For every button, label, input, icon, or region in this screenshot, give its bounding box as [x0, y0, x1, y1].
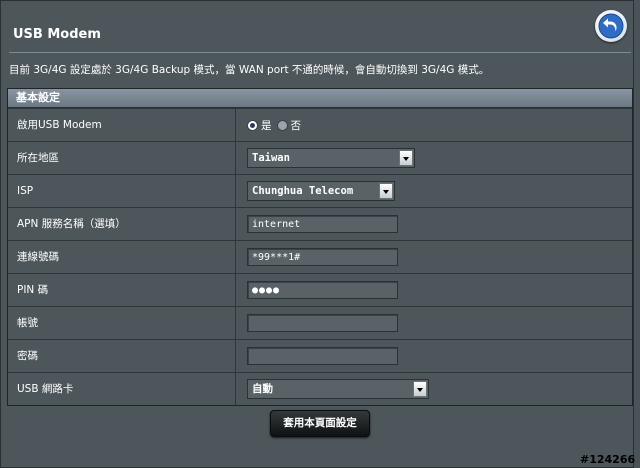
isp-label: ISP	[8, 175, 236, 207]
settings-panel: USB Modem 目前 3G/4G 設定處於 3G/4G Backup 模式，…	[0, 0, 634, 468]
dial-number-label: 連線號碼	[8, 241, 236, 273]
radio-yes-label: 是	[261, 120, 272, 132]
location-select[interactable]: Taiwan	[247, 148, 415, 168]
location-label: 所在地區	[8, 142, 236, 174]
usb-adapter-value: 自動	[252, 383, 273, 395]
section-header: 基本設定	[8, 89, 632, 108]
watermark: #124266	[580, 453, 636, 466]
isp-select[interactable]: Chunghua Telecom	[247, 181, 395, 201]
isp-value: Chunghua Telecom	[252, 185, 354, 197]
row-usb-adapter: USB 網路卡 自動	[8, 372, 632, 405]
row-password: 密碼	[8, 339, 632, 372]
row-dial-number: 連線號碼 *99***1#	[8, 240, 632, 273]
radio-yes[interactable]	[247, 120, 258, 131]
apply-settings-button[interactable]: 套用本頁面設定	[270, 410, 370, 437]
row-location: 所在地區 Taiwan	[8, 141, 632, 174]
username-input[interactable]	[247, 314, 398, 332]
row-enable-usb-modem: 啟用USB Modem 是 否	[8, 108, 632, 141]
username-label: 帳號	[8, 307, 236, 339]
radio-no-label: 否	[290, 120, 302, 132]
chevron-down-icon	[413, 381, 427, 397]
mode-description: 目前 3G/4G 設定處於 3G/4G Backup 模式，當 WAN port…	[9, 64, 490, 76]
row-pin: PIN 碼 ●●●●	[8, 273, 632, 306]
row-username: 帳號	[8, 306, 632, 339]
usb-adapter-select[interactable]: 自動	[247, 379, 429, 399]
pin-input[interactable]: ●●●●	[247, 281, 398, 299]
enable-usb-modem-radio-group: 是 否	[247, 118, 306, 133]
row-isp: ISP Chunghua Telecom	[8, 174, 632, 207]
apn-input[interactable]: internet	[247, 215, 398, 233]
page-title: USB Modem	[13, 27, 101, 42]
chevron-down-icon	[379, 183, 393, 199]
title-divider	[9, 52, 631, 53]
row-apn: APN 服務名稱（選填） internet	[8, 207, 632, 240]
password-label: 密碼	[8, 340, 236, 372]
password-input[interactable]	[247, 347, 398, 365]
back-button[interactable]	[595, 10, 627, 42]
pin-label: PIN 碼	[8, 274, 236, 306]
enable-usb-modem-label: 啟用USB Modem	[8, 109, 236, 141]
dial-number-input[interactable]: *99***1#	[247, 248, 398, 266]
usb-adapter-label: USB 網路卡	[8, 373, 236, 405]
location-value: Taiwan	[252, 152, 290, 164]
chevron-down-icon	[399, 150, 413, 166]
apn-label: APN 服務名稱（選填）	[8, 208, 236, 240]
basic-settings-table: 基本設定 啟用USB Modem 是 否 所在地區 Taiwan ISP Chu…	[7, 88, 633, 406]
radio-no[interactable]	[276, 120, 288, 131]
back-arrow-icon	[598, 13, 624, 39]
